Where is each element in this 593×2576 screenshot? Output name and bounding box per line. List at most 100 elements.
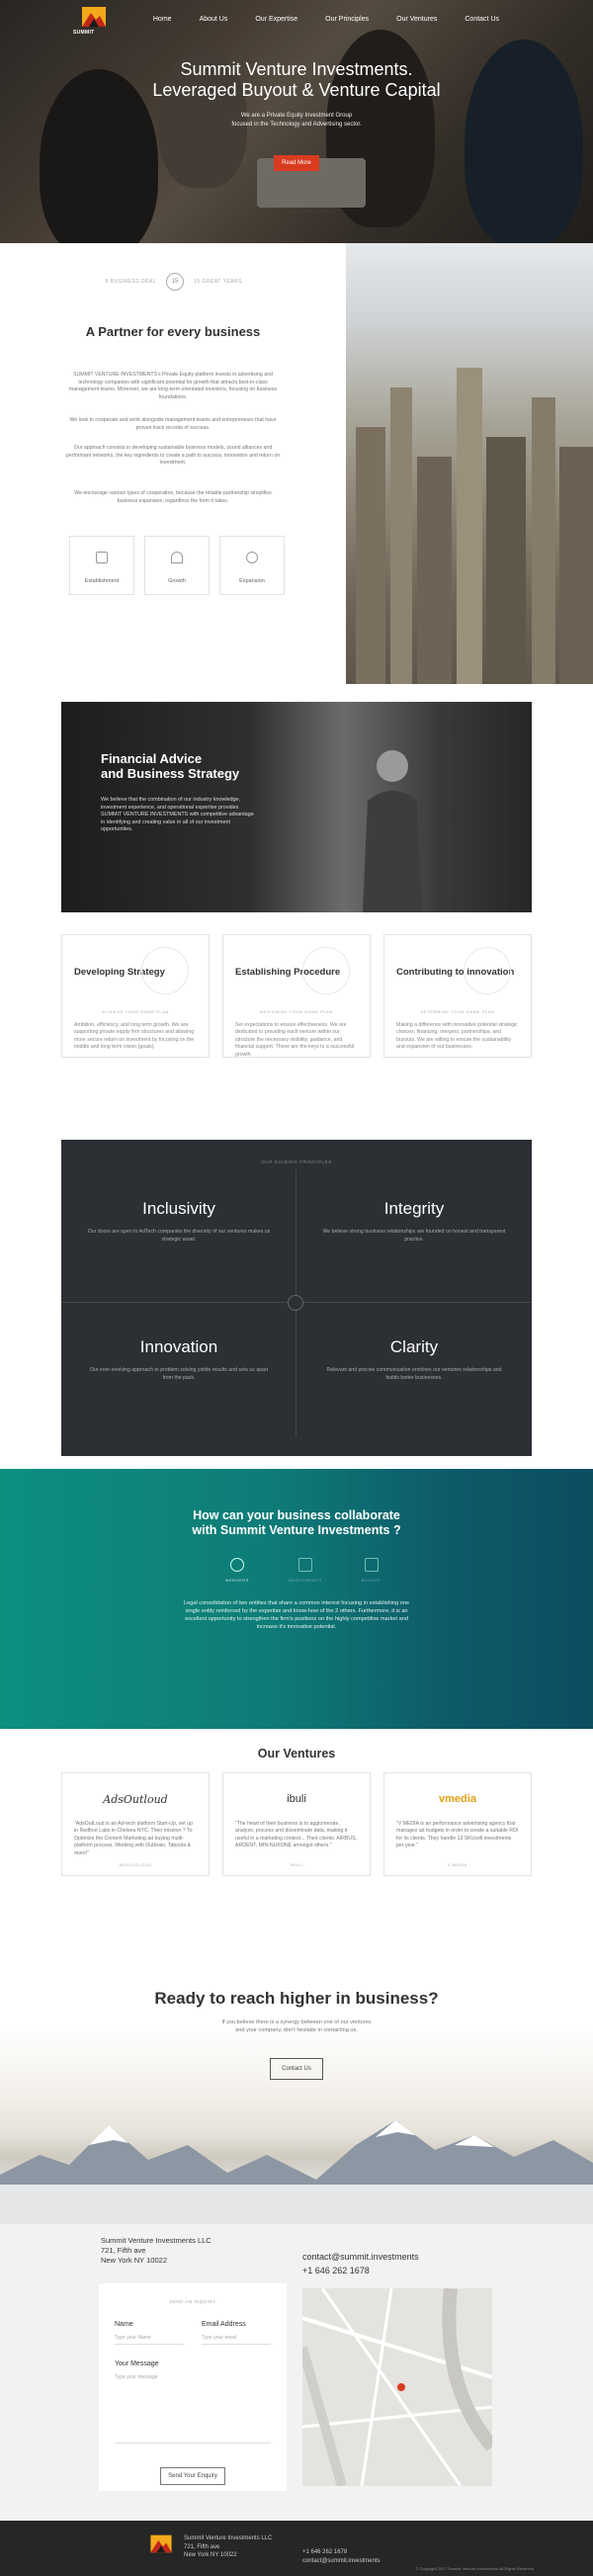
name-input[interactable]: Type your Name <box>115 2335 184 2345</box>
nav-contact-us[interactable]: Contact Us <box>465 16 499 23</box>
contact-us-button[interactable]: Contact Us <box>270 2058 323 2080</box>
address-street: 721, Fifth ave <box>101 2246 146 2255</box>
feature-label: Expansion <box>239 578 265 584</box>
collaborate-title-line1: How can your business collaborate <box>193 1508 400 1522</box>
collaborate-title: How can your business collaborate with S… <box>0 1508 593 1538</box>
person-icon <box>171 552 183 563</box>
nav-our-principles[interactable]: Our Principles <box>325 16 369 23</box>
vmedia-logo: vmedia <box>439 1793 476 1805</box>
footer-street: 721, Fifth ave <box>184 2543 220 2550</box>
strategy-card: Developing Strategy ACHIEVE YOUR GAME PL… <box>61 934 210 1058</box>
financial-title-line1: Financial Advice <box>101 751 203 766</box>
card-text: Set expectations to ensure effectiveness… <box>235 1022 355 1058</box>
main-nav: Home About Us Our Expertise Our Principl… <box>153 16 499 23</box>
site-footer: Summit Venture Investments LLC 721, Fift… <box>0 2521 593 2576</box>
venture-card[interactable]: vmedia “V MEDIA is an performance advert… <box>383 1772 532 1876</box>
nav-our-ventures[interactable]: Our Ventures <box>396 16 437 23</box>
hero-title-line2: Leveraged Buyout & Venture Capital <box>152 80 441 100</box>
footer-company: Summit Venture Investments LLC <box>184 2535 273 2541</box>
collaborate-text: Legal consolidation of two entities that… <box>184 1600 409 1630</box>
contact-section: Summit Venture Investments LLC 721, Fift… <box>0 2224 593 2521</box>
financial-title-line2: and Business Strategy <box>101 766 240 781</box>
ready-section: Ready to reach higher in business? If yo… <box>0 1892 593 2224</box>
venture-card[interactable]: ibuli “The heart of their business is to… <box>222 1772 371 1876</box>
globe-icon <box>246 552 258 563</box>
ibuli-logo: ibuli <box>287 1793 306 1805</box>
venture-name: IBULI <box>290 1862 303 1867</box>
summit-logo-icon[interactable] <box>146 2533 176 2562</box>
contact-phone[interactable]: +1 646 262 1678 <box>302 2264 419 2277</box>
compass-icon <box>288 1295 303 1311</box>
hero-title: Summit Venture Investments. Leveraged Bu… <box>0 59 593 101</box>
partner-section: 5 BUSINESS DEAL 15 15 GREAT YEARS A Part… <box>0 243 593 684</box>
mountains-photo <box>0 2120 593 2224</box>
partner-paragraph: We encourage various types of cooperatio… <box>74 490 272 504</box>
financial-text: We believe that the combination of our i… <box>101 797 254 833</box>
stat-deals: 5 BUSINESS DEAL <box>105 279 156 285</box>
feature-growth[interactable]: Growth <box>144 536 210 595</box>
feature-boxes: Establishment Growth Expansion <box>69 536 285 595</box>
footer-city: New York NY 10022 <box>184 2552 237 2558</box>
collaborate-section: How can your business collaborate with S… <box>0 1469 593 1729</box>
hero-sub-line1: We are a Private Equity Investment Group <box>240 113 353 119</box>
feature-label: Establishment <box>84 578 120 584</box>
partner-content: 5 BUSINESS DEAL 15 15 GREAT YEARS A Part… <box>0 243 346 684</box>
ventures-cards: AdsOutloud “AdsOutLoud is an Ad-tech pla… <box>61 1772 532 1876</box>
name-label: Name <box>115 2321 133 2328</box>
partner-title: A Partner for every business <box>85 324 261 339</box>
venture-quote: “The heart of their business is to agglo… <box>235 1821 358 1849</box>
card-text: Ambition, efficiency, and long term grow… <box>74 1022 195 1051</box>
principle-text: Relevant and precise communication enric… <box>326 1367 502 1381</box>
principle-clarity: Clarity Relevant and precise communicati… <box>320 1337 508 1382</box>
strategy-card: Contributing to innovation DETERMINE YOU… <box>383 934 532 1058</box>
pen-illustration-icon <box>141 947 189 994</box>
stat-circle: 15 <box>166 273 184 291</box>
tab-mergers[interactable]: MERGERS <box>225 1558 249 1583</box>
ready-text-line2: and your company, don't hesitate in cont… <box>235 2027 358 2033</box>
send-enquiry-button[interactable]: Send Your Enquiry <box>160 2467 225 2485</box>
feature-establishment[interactable]: Establishment <box>69 536 134 595</box>
stats-row: 5 BUSINESS DEAL 15 15 GREAT YEARS <box>0 273 346 293</box>
tab-label: BUYOUT <box>361 1578 381 1583</box>
principle-integrity: Integrity We believe strong business rel… <box>320 1199 508 1244</box>
card-tag: ACHIEVE YOUR GAME PLAN <box>102 1009 169 1014</box>
tab-buyout[interactable]: BUYOUT <box>362 1558 381 1583</box>
nav-home[interactable]: Home <box>153 16 172 23</box>
contact-info: contact@summit.investments +1 646 262 16… <box>302 2250 419 2277</box>
hero-title-line1: Summit Venture Investments. <box>180 59 413 79</box>
email-label: Email Address <box>202 2321 246 2328</box>
nav-about-us[interactable]: About Us <box>200 16 228 23</box>
contact-email-link[interactable]: contact@summit.investments <box>302 2250 419 2264</box>
hero-subtitle: We are a Private Equity Investment Group… <box>0 112 593 129</box>
read-more-button[interactable]: Read More <box>274 155 319 171</box>
venture-card[interactable]: AdsOutloud “AdsOutLoud is an Ad-tech pla… <box>61 1772 210 1876</box>
financial-title: Financial Advice and Business Strategy <box>101 751 239 781</box>
footer-address: Summit Venture Investments LLC 721, Fift… <box>184 2534 272 2560</box>
address-city: New York NY 10022 <box>101 2256 167 2265</box>
wallet-icon <box>364 1558 379 1572</box>
tab-investments[interactable]: INVESTMENTS <box>289 1558 322 1583</box>
principles-section: OUR GUIDING PRINCIPLES Inclusivity Our d… <box>61 1140 532 1456</box>
message-textarea[interactable]: Type your message <box>115 2374 271 2444</box>
footer-email[interactable]: contact@summit.investments <box>302 2557 380 2566</box>
company-name: Summit Venture Investments LLC <box>101 2236 212 2245</box>
businessman-photo <box>363 750 422 912</box>
company-address: Summit Venture Investments LLC 721, Fift… <box>101 2236 212 2266</box>
card-tag: DETERMINE YOUR GAME PLAN <box>420 1009 495 1014</box>
email-input[interactable]: Type your email <box>202 2335 271 2345</box>
location-map[interactable] <box>302 2288 492 2486</box>
hero-section: SUMMIT Home About Us Our Expertise Our P… <box>0 0 593 243</box>
atom-illustration-icon <box>464 947 511 994</box>
chart-icon <box>297 1558 312 1572</box>
ventures-title: Our Ventures <box>257 1747 336 1760</box>
feature-expansion[interactable]: Expansion <box>219 536 285 595</box>
principle-innovation: Innovation Our ever-evolving approach to… <box>85 1337 273 1382</box>
venture-name: ADSOUTLOUD <box>119 1862 152 1867</box>
adsoutloud-logo: AdsOutloud <box>103 1792 168 1806</box>
footer-phone[interactable]: +1 646 262 1678 <box>302 2548 380 2557</box>
compass-illustration-icon <box>302 947 350 994</box>
principle-inclusivity: Inclusivity Our doors are open to AdTech… <box>85 1199 273 1244</box>
card-tag: DESIGNING YOUR GAME PLAN <box>260 1009 333 1014</box>
nav-our-expertise[interactable]: Our Expertise <box>255 16 297 23</box>
financial-advice-section: Financial Advice and Business Strategy W… <box>61 702 532 912</box>
